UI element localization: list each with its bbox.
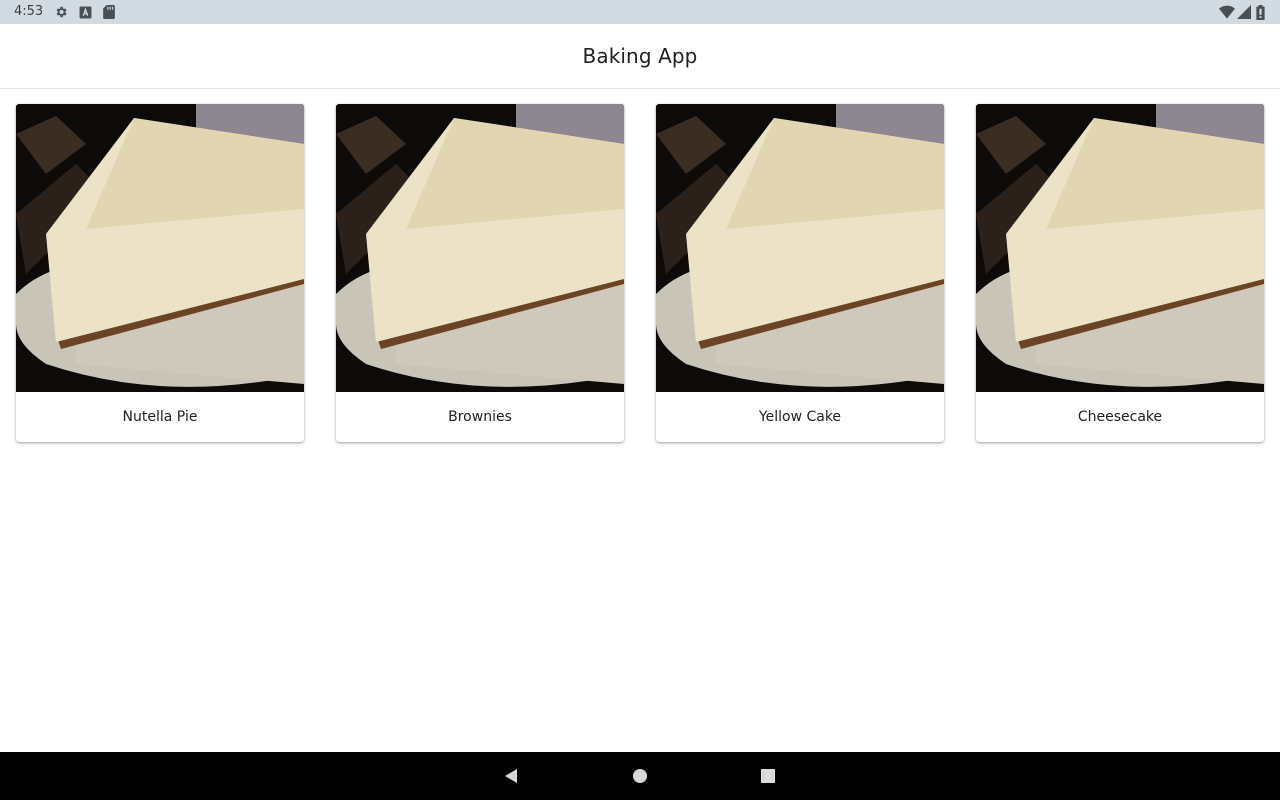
sd-card-icon <box>102 5 116 19</box>
recents-icon[interactable] <box>758 766 778 786</box>
gear-icon <box>54 5 68 19</box>
recipe-name: Nutella Pie <box>122 409 198 425</box>
recipe-image <box>656 104 944 392</box>
recipe-name: Yellow Cake <box>758 409 842 425</box>
app-title: Baking App <box>582 44 698 68</box>
recipe-card-cheesecake[interactable]: Cheesecake <box>976 104 1264 442</box>
navigation-bar <box>0 752 1280 800</box>
home-icon[interactable] <box>630 766 650 786</box>
recipe-card-yellow-cake[interactable]: Yellow Cake <box>656 104 944 442</box>
recipe-card-brownies[interactable]: Brownies <box>336 104 624 442</box>
status-time: 4:53 <box>14 4 44 19</box>
app-bar: Baking App <box>0 24 1280 89</box>
a-box-icon <box>78 5 92 19</box>
recipe-card-nutella-pie[interactable]: Nutella Pie <box>16 104 304 442</box>
cell-signal-icon <box>1237 4 1251 20</box>
recipe-grid: Nutella Pie Brownies Yellow Cake Cheesec… <box>16 104 1264 442</box>
back-icon[interactable] <box>501 766 521 786</box>
recipe-name: Cheesecake <box>1077 409 1163 425</box>
recipe-image <box>976 104 1264 392</box>
recipe-image <box>16 104 304 392</box>
status-bar: 4:53 <box>0 0 1280 24</box>
recipe-image <box>336 104 624 392</box>
wifi-icon <box>1219 4 1235 20</box>
recipe-name: Brownies <box>448 409 512 425</box>
battery-icon <box>1256 4 1265 20</box>
